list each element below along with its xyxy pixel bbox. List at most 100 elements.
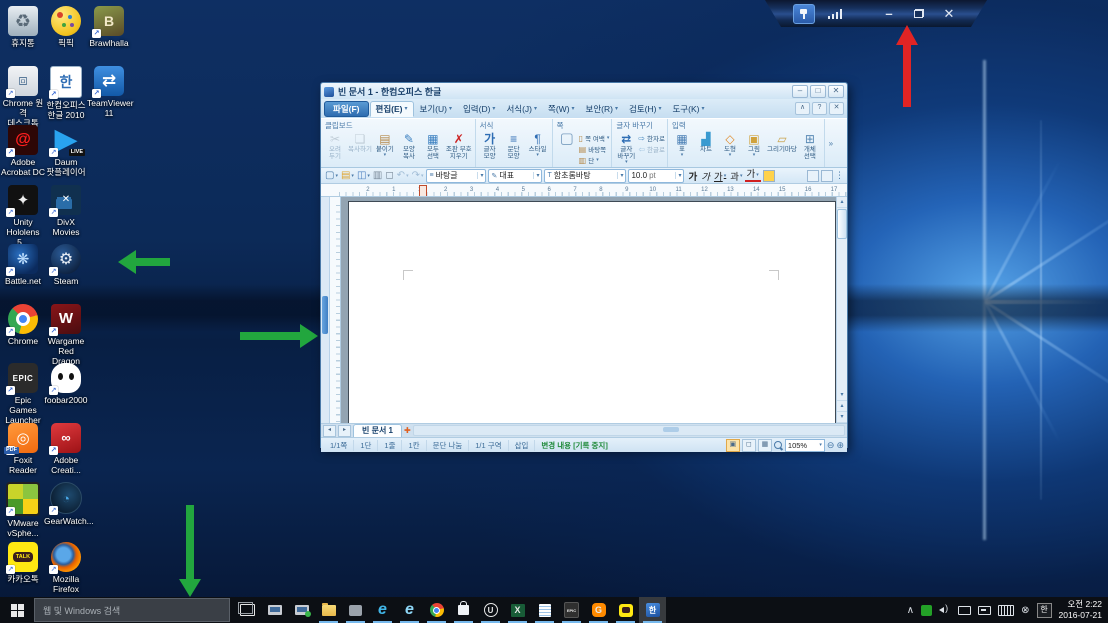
taskbar-app-network-pc[interactable] (288, 597, 315, 623)
window-titlebar[interactable]: 빈 문서 1 - 한컴오피스 한글 – □ ✕ (321, 83, 847, 99)
desktop-icon-acrobat[interactable]: @↗Adobe Acrobat DC (1, 125, 45, 177)
ruler-origin-marker[interactable] (419, 185, 427, 197)
new-tab-button[interactable]: ✚ (404, 426, 411, 435)
char-format-button-4[interactable]: 과▾ (728, 169, 744, 183)
ribbon-item-picture[interactable]: ▣그림▾ (742, 132, 766, 159)
desktop-icon-foxit[interactable]: ◎↗PDFFoxit Reader (1, 423, 45, 475)
tray-volume-icon[interactable] (939, 605, 951, 615)
window-minimize-button[interactable]: – (792, 85, 808, 98)
ribbon-item-to-hanja[interactable]: ⇨한자로 (638, 133, 665, 143)
ribbon-overflow-button[interactable]: » (825, 119, 837, 167)
zoom-magnifier-icon[interactable] (774, 441, 783, 450)
help-button[interactable]: ? (812, 102, 827, 115)
ribbon-item-style[interactable]: ¶스타일▾ (526, 132, 550, 159)
desktop-icon-firefox[interactable]: ↗Mozilla Firefox (44, 542, 88, 594)
document-page[interactable] (348, 201, 836, 423)
taskbar-app-file-explorer[interactable] (315, 597, 342, 623)
char-format-button-2[interactable]: 가 (699, 169, 712, 183)
document-area[interactable] (341, 197, 836, 423)
save-button[interactable]: ◫▾ (356, 170, 371, 181)
ribbon-item-page[interactable]: ▢ (555, 132, 579, 146)
outline-select[interactable]: ✎대표▾ (488, 169, 542, 183)
menu-close-button[interactable]: ✕ (829, 102, 844, 115)
taskbar-app-kakaotalk[interactable] (612, 597, 639, 623)
left-scrollbar-thumb[interactable] (322, 296, 328, 334)
ribbon-item-shape[interactable]: ◇도형▾ (718, 132, 742, 159)
menu-item-2[interactable]: 편집(E)▾ (370, 101, 414, 117)
next-page-button[interactable]: ▾ (837, 412, 847, 423)
menu-item-3[interactable]: 보기(U)▾ (415, 102, 457, 116)
taskbar-app-notepad[interactable] (531, 597, 558, 623)
tab-nav-right-button[interactable]: ▸ (338, 425, 351, 437)
desktop-icon-unity[interactable]: ✦↗Unity Hololens 5... (1, 185, 45, 248)
ribbon-item-clipart[interactable]: ▱그리기마당 (766, 132, 798, 153)
desktop-icon-potplayer[interactable]: ▶↗LIVEDaum 팟플레이어 (44, 125, 88, 177)
ribbon-item-erase-marks[interactable]: ✗조판 부호 지우기 (445, 132, 473, 160)
taskbar-app-epic[interactable]: EPIC (558, 597, 585, 623)
ime-indicator[interactable]: 한 (1037, 603, 1052, 618)
redo-button[interactable]: ↷▾ (411, 170, 425, 181)
toolbar-restore-button[interactable] (909, 5, 929, 23)
style-select[interactable]: ≡바탕글▾ (426, 169, 486, 183)
taskbar-app-unreal[interactable]: U (477, 597, 504, 623)
char-format-button-1[interactable]: 가 (686, 169, 699, 183)
ribbon-item-object-select[interactable]: ⊞개체 선택 (798, 132, 822, 160)
previous-page-button[interactable]: ▴ (837, 401, 847, 412)
desktop-icon-brawlhalla[interactable]: B↗Brawlhalla (87, 6, 131, 48)
ribbon-item-master-page[interactable]: ▤바탕쪽 (579, 144, 610, 154)
desktop-icon-battlenet[interactable]: ❋↗Battle.net (1, 244, 45, 286)
ribbon-item-cut[interactable]: ✂오려 두기 (323, 132, 347, 160)
desktop-icon-kakao[interactable]: TALK↗카카오톡 (1, 542, 45, 584)
ribbon-item-char-shape[interactable]: 가글자 모양 (478, 132, 502, 160)
right-scrollbar-thumb[interactable] (837, 209, 847, 239)
horizontal-ruler[interactable]: 211234567891011121314151617 (321, 184, 847, 197)
ribbon-item-chart[interactable]: ▟차트 (694, 132, 718, 153)
view-mode-fit-button[interactable]: ▦ (758, 439, 772, 452)
view-mode-wide-button[interactable]: ◻ (742, 439, 756, 452)
taskbar-app-excel[interactable]: X (504, 597, 531, 623)
desktop-icon-recycle-bin[interactable]: ♻휴지통 (1, 6, 45, 48)
connection-quality-button[interactable] (825, 5, 845, 23)
left-scrollbar[interactable] (321, 197, 330, 423)
horizontal-scrollbar[interactable] (413, 425, 845, 436)
tray-shield-x-icon[interactable]: ⊗ (1021, 605, 1029, 616)
window-close-button[interactable]: ✕ (828, 85, 844, 98)
taskbar-app-hangul[interactable]: 한 (639, 597, 666, 623)
tray-green-icon[interactable] (921, 605, 932, 616)
border-button[interactable] (821, 170, 833, 182)
right-scrollbar[interactable]: ▴ ▾ ▴ ▾ (836, 197, 847, 423)
start-button[interactable] (0, 597, 34, 623)
ribbon-item-char-convert[interactable]: ⇄글자 바꾸기▾ (614, 132, 638, 166)
toolbar-close-button[interactable]: ✕ (939, 5, 959, 23)
desktop-icon-vmware[interactable]: ↗VMware vSphe... (1, 482, 45, 538)
zoom-out-button[interactable]: ⊖ (827, 440, 835, 451)
window-maximize-button[interactable]: □ (810, 85, 826, 98)
ribbon-item-page-margin[interactable]: ▯쪽 여백▾ (579, 133, 610, 143)
char-format-button-5[interactable]: 가▾ (745, 170, 761, 182)
taskbar-app-windows-store[interactable] (450, 597, 477, 623)
toolbar-overflow-icon[interactable]: ⋮ (835, 170, 844, 181)
desktop-icon-wargame[interactable]: W↗Wargame Red Dragon (44, 304, 88, 367)
preview-button[interactable]: ◻ (384, 170, 394, 181)
taskbar-app-edge[interactable]: e (369, 597, 396, 623)
taskbar-app-settings-gray[interactable] (342, 597, 369, 623)
tray-keyboard-icon[interactable] (998, 605, 1014, 616)
desktop-icon-picpick[interactable]: 픽픽 (44, 6, 88, 48)
desktop-icon-hancom[interactable]: 한↗한컴오피스 한글 2010 (44, 66, 88, 120)
ribbon-item-paste[interactable]: ▤붙이기▾ (373, 132, 397, 159)
undo-button[interactable]: ↶▾ (396, 170, 410, 181)
taskbar-search-input[interactable]: 웹 및 Windows 검색 (34, 598, 230, 622)
desktop-icon-adobecc[interactable]: ∞↗Adobe Creati... (44, 423, 88, 475)
horizontal-scrollbar-thumb[interactable] (663, 427, 679, 432)
menu-item-9[interactable]: 도구(K)▾ (667, 102, 709, 116)
menu-item-6[interactable]: 쪽(W)▾ (543, 102, 580, 116)
menu-item-5[interactable]: 서식(J)▾ (501, 102, 542, 116)
menu-item-8[interactable]: 검토(H)▾ (624, 102, 666, 116)
ribbon-item-select-all[interactable]: ▦모두 선택 (421, 132, 445, 160)
scroll-down-button[interactable]: ▾ (837, 390, 847, 401)
char-format-button-3[interactable]: 가▾ (712, 169, 728, 183)
menu-item-4[interactable]: 입력(D)▾ (458, 102, 500, 116)
toolbar-minimize-button[interactable]: – (879, 5, 899, 23)
new-button[interactable]: ▢▾ (324, 170, 339, 181)
view-mode-page-button[interactable]: ▣ (726, 439, 740, 452)
